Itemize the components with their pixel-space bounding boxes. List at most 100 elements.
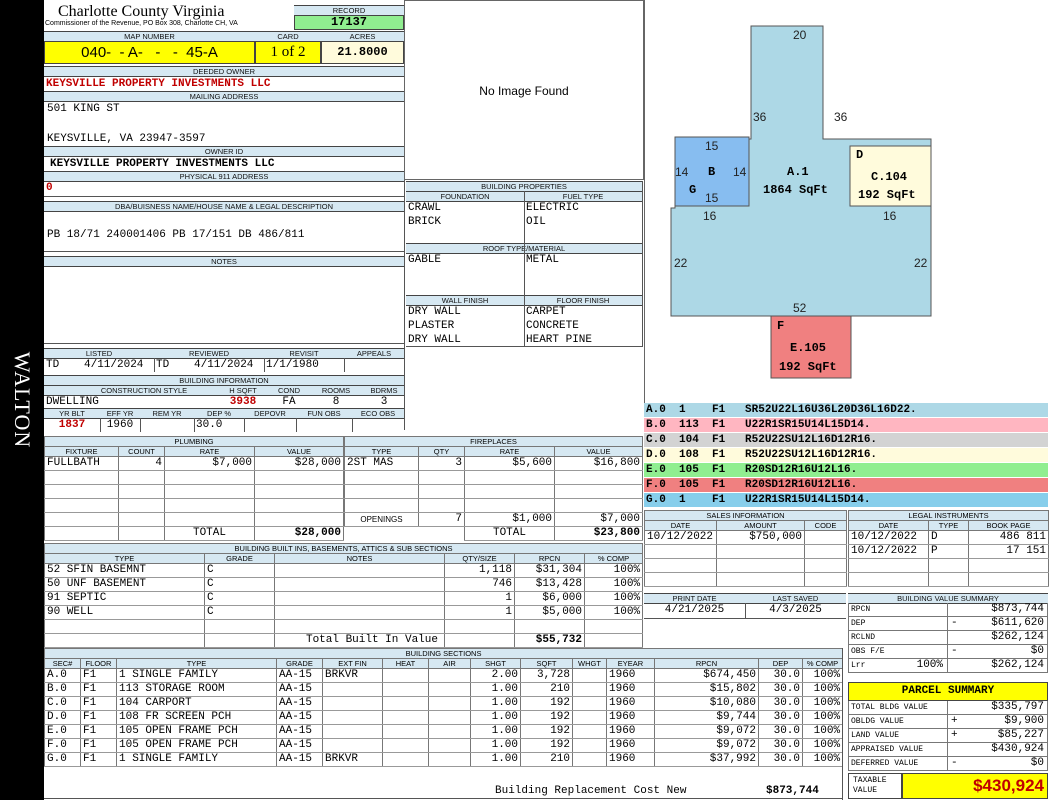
summary-label: Lrr	[851, 661, 866, 670]
builtins-header: % COMP	[583, 553, 644, 564]
sketch-legend: A.0 1 F1 SR52U22L16U36L20D36L16D22. B.0 1…	[644, 403, 1048, 508]
plumbing-row	[44, 498, 344, 513]
county-title: Charlotte County Virginia	[58, 3, 225, 20]
summary-value: $0	[1030, 645, 1044, 657]
sketch-svg: 20 36 36 15 15 14 14 16 16 22 22 52 A.1 …	[670, 25, 932, 379]
depreciation: 30.0	[196, 419, 223, 431]
fireplace-row	[344, 498, 643, 513]
openings-qty: 7	[418, 512, 465, 527]
section-row: D.0 F1 108 FR SCREEN PCH AA-15 1.00 192 1960 $9…	[44, 710, 844, 725]
plumbing-total-label: TOTAL	[164, 526, 255, 541]
building-sections-title: BUILDING SECTIONS	[43, 648, 844, 659]
floor-finish-1: CARPET	[526, 306, 566, 318]
dim-b14-right: 14	[733, 165, 747, 179]
fireplaces-total-label: TOTAL	[464, 526, 555, 541]
plumbing-header: COUNT	[118, 446, 165, 457]
summary-label: TOTAL BLDG VALUE	[851, 703, 928, 712]
office-address: Commissioner of the Revenue, PO Box 308,…	[45, 20, 238, 27]
fun-obs-label: FUN OBS	[296, 408, 352, 419]
card-number: 1 of 2	[255, 41, 321, 64]
sale-row: 10/12/2022 $750,000	[644, 530, 847, 545]
roof-type: GABLE	[408, 254, 442, 266]
summary-label: RPCN	[851, 605, 871, 614]
fireplaces-header: TYPE	[344, 446, 419, 457]
record-value: 17137	[294, 15, 404, 30]
print-date: 4/21/2025	[664, 604, 725, 616]
area-c-letter: D	[856, 148, 863, 162]
reviewed-by: TD	[156, 359, 170, 371]
plumbing-row	[44, 470, 344, 485]
sales-header: AMOUNT	[716, 520, 805, 531]
owner-id-label: OWNER ID	[44, 146, 404, 157]
summary-row: OBLDG VALUE + $9,900	[848, 715, 1048, 729]
wall-finish-1: DRY WALL	[408, 306, 461, 318]
sale-row	[644, 544, 847, 559]
revisit-date: 1/1/1980	[266, 359, 319, 371]
builtins-header: NOTES	[274, 553, 445, 564]
summary-value: $9,900	[1004, 715, 1044, 727]
builtin-row: 91 SEPTIC C 1 $6,000 100%	[44, 591, 644, 606]
dim-left36: 36	[753, 110, 767, 124]
plumbing-row: FULLBATH 4 $7,000 $28,000	[44, 456, 344, 471]
last-saved: 4/3/2025	[769, 604, 822, 616]
plumbing-row	[44, 512, 344, 527]
mail-line1: 501 KING ST	[47, 103, 120, 115]
area-c-label: C.104	[871, 170, 907, 184]
builtins-table: BUILDING BUILT INS, BASEMENTS, ATTICS & …	[43, 543, 644, 648]
fireplace-row	[344, 484, 643, 499]
bedrooms: 3	[380, 396, 388, 408]
condition: FA	[282, 396, 296, 408]
construction-style: DWELLING	[46, 396, 99, 408]
effective-year: 1960	[106, 419, 134, 431]
section-row: F.0 F1 105 OPEN FRAME PCH AA-15 1.00 192 1960 $…	[44, 738, 844, 753]
area-a-sqft: 1864 SqFt	[763, 183, 828, 197]
fireplaces-table: FIREPLACES TYPE QTY RATE VALUE 2ST MAS 3 $5,6…	[344, 436, 643, 541]
legal-header: DATE	[848, 520, 929, 531]
listed-date: 4/11/2024	[84, 359, 144, 371]
summary-row: DEP - $611,620	[848, 617, 1048, 631]
sketch-legend-row: E.0 105 F1 R20SD12R16U12L16.	[644, 463, 1048, 478]
summary-value: $611,620	[991, 617, 1044, 629]
foundation-1: CRAWL	[408, 202, 442, 214]
section-row: E.0 F1 105 OPEN FRAME PCH AA-15 1.00 192 1960 $…	[44, 724, 844, 739]
openings-rate: $1,000	[464, 512, 555, 527]
appeals-label: APPEALS	[344, 348, 404, 359]
sections-header: SEC#	[44, 658, 81, 669]
building-sections-table: BUILDING SECTIONS SEC# FLOOR TYPE GRADE EXT …	[43, 648, 844, 767]
owner-name-sidebar: WALTON	[0, 0, 44, 800]
builtin-row: 90 WELL C 1 $5,000 100%	[44, 605, 644, 620]
building-value-summary: RPCN $873,744 DEP - $611,620 RCLND $262,124 OBS…	[848, 603, 1048, 673]
parcel-summary: TOTAL BLDG VALUE $335,797 OBLDG VALUE + $9,9…	[848, 701, 1048, 771]
reviewed-date: 4/11/2024	[194, 359, 254, 371]
summary-row: RCLND $262,124	[848, 631, 1048, 645]
sections-header: AIR	[428, 658, 471, 669]
summary-row: OBS F/E - $0	[848, 645, 1048, 659]
notes-label: NOTES	[44, 256, 404, 267]
summary-label: LAND VALUE	[851, 731, 900, 740]
summary-sign: -	[951, 617, 958, 629]
legal-instruments-table: LEGAL INSTRUMENTS DATE TYPE BOOK PAGE 10/1…	[847, 510, 1050, 587]
sections-header: FLOOR	[80, 658, 117, 669]
sales-title: SALES INFORMATION	[644, 510, 847, 521]
map-number: 040- - A- - - 45-A	[44, 41, 255, 64]
taxable-label: TAXABLE VALUE	[848, 773, 902, 799]
builtin-total-row: Total Built In Value $55,732	[44, 633, 644, 648]
area-e-label: E.105	[790, 341, 826, 355]
builtin-row: 52 SFIN BASEMNT C 1,118 $31,304 100%	[44, 563, 644, 578]
fireplaces-title: FIREPLACES	[344, 436, 643, 447]
sections-header: RPCN	[654, 658, 759, 669]
sketch-legend-row: B.0 113 F1 U22R1SR15U14L15D14.	[644, 418, 1048, 433]
legal-row	[848, 572, 1050, 587]
photo-placeholder: No Image Found	[404, 0, 644, 180]
summary-pct: 100%	[916, 659, 943, 671]
wall-finish-3: DRY WALL	[408, 334, 461, 346]
deeded-owner: KEYSVILLE PROPERTY INVESTMENTS LLC	[46, 78, 271, 90]
summary-label: DEP	[851, 619, 866, 628]
summary-row: TOTAL BLDG VALUE $335,797	[848, 701, 1048, 715]
legal-title: LEGAL INSTRUMENTS	[847, 510, 1050, 521]
area-b-label: B	[708, 165, 715, 179]
openings-value: $7,000	[554, 512, 643, 527]
builtin-row	[44, 619, 644, 634]
summary-sign: -	[951, 757, 958, 769]
plumbing-total: $28,000	[254, 526, 344, 541]
